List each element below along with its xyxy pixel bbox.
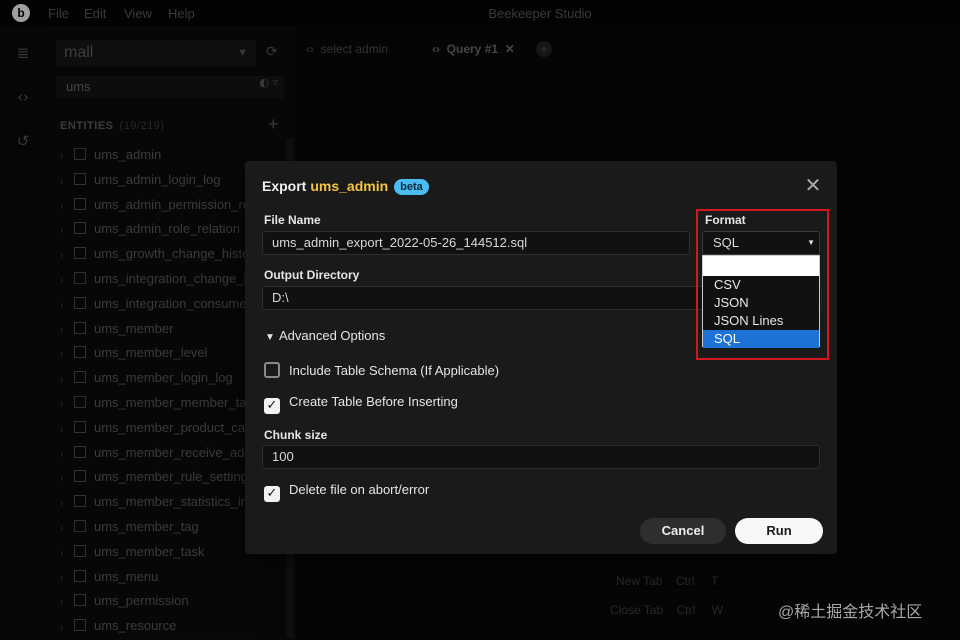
- cancel-button[interactable]: Cancel: [640, 518, 726, 544]
- format-option-sql[interactable]: SQL: [703, 330, 819, 348]
- format-option-csv[interactable]: CSV: [703, 276, 819, 294]
- format-option-blank[interactable]: [703, 256, 819, 276]
- output-directory-label: Output Directory: [264, 268, 360, 282]
- chunk-size-label: Chunk size: [264, 428, 328, 442]
- close-icon[interactable]: ✕: [801, 173, 825, 197]
- chevron-down-icon: ▼: [265, 332, 275, 343]
- advanced-options-toggle[interactable]: ▼ Advanced Options: [265, 328, 385, 343]
- dialog-title-prefix: Export: [262, 178, 307, 194]
- create-table-checkbox[interactable]: ✓ Create Table Before Inserting: [264, 394, 458, 414]
- file-name-label: File Name: [264, 213, 321, 227]
- delete-on-abort-label: Delete file on abort/error: [289, 482, 430, 497]
- format-selected-value: SQL: [713, 235, 740, 250]
- file-name-input[interactable]: ums_admin_export_2022-05-26_144512.sql: [262, 231, 690, 255]
- format-label: Format: [705, 213, 746, 227]
- chunk-size-input[interactable]: 100: [262, 445, 820, 469]
- checkbox-checked-icon[interactable]: ✓: [264, 486, 280, 502]
- include-schema-checkbox[interactable]: Include Table Schema (If Applicable): [264, 362, 499, 378]
- include-schema-label: Include Table Schema (If Applicable): [289, 363, 500, 378]
- watermark: @稀土掘金技术社区: [778, 604, 923, 621]
- checkbox-checked-icon[interactable]: ✓: [264, 398, 280, 414]
- format-select[interactable]: SQL ▼: [702, 231, 820, 255]
- format-dropdown-list: CSV JSON JSON Lines SQL: [702, 255, 820, 348]
- dialog-table-name: ums_admin: [310, 178, 389, 194]
- format-option-json[interactable]: JSON: [703, 294, 819, 312]
- run-button[interactable]: Run: [735, 518, 823, 544]
- delete-on-abort-checkbox[interactable]: ✓ Delete file on abort/error: [264, 482, 429, 502]
- advanced-options-label: Advanced Options: [279, 328, 386, 343]
- chevron-down-icon: ▼: [807, 238, 815, 247]
- checkbox-unchecked-icon[interactable]: [264, 362, 280, 378]
- dialog-title: Export ums_admin beta: [262, 178, 429, 195]
- create-table-label: Create Table Before Inserting: [289, 394, 458, 409]
- beta-badge: beta: [394, 179, 429, 195]
- format-option-json-lines[interactable]: JSON Lines: [703, 312, 819, 330]
